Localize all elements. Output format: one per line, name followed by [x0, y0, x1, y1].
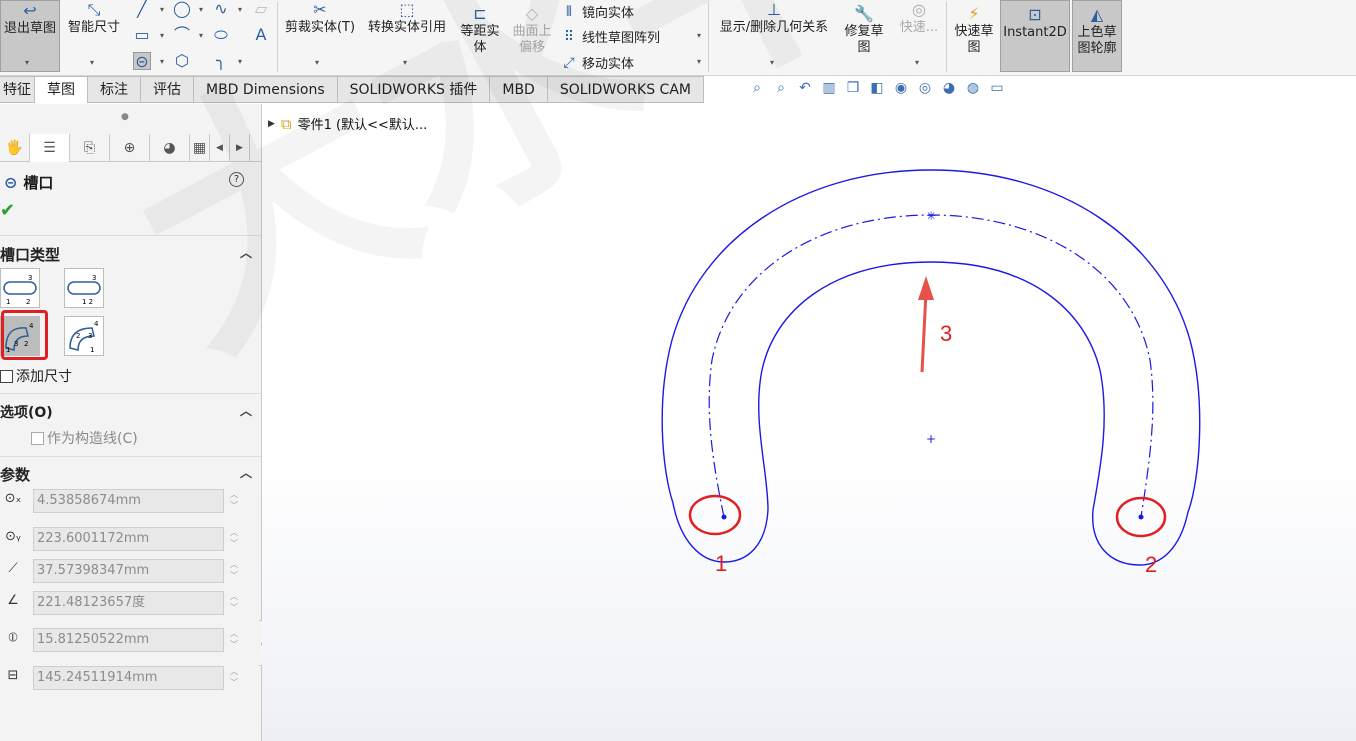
annotation-label-2: 2 — [1145, 552, 1157, 577]
annotation-label-3: 3 — [940, 321, 952, 346]
arc-center-marker[interactable]: + — [926, 432, 936, 446]
sketch-geometry: ✳ + 1 2 3 — [661, 169, 1201, 577]
arc-endpoint-1[interactable] — [721, 514, 727, 520]
slot-centerline-arc[interactable] — [708, 214, 1154, 518]
annotation-circle-1 — [688, 494, 742, 536]
annotation-label-1: 1 — [715, 551, 727, 576]
arc-midpoint-marker[interactable]: ✳ — [926, 209, 936, 223]
annotation-arrow-3 — [920, 291, 928, 373]
arc-endpoint-2[interactable] — [1138, 514, 1144, 520]
slot-outline[interactable] — [661, 169, 1201, 566]
annotation-arrowhead-3 — [918, 276, 934, 300]
